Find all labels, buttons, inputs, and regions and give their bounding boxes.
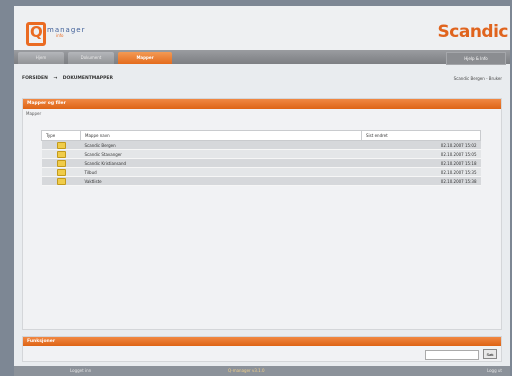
folder-date: 02.10.2007 15:05 bbox=[361, 149, 481, 159]
status-bar: Logget inn Q-manager v3.1.0 Logg ut bbox=[14, 366, 510, 376]
folder-icon bbox=[56, 141, 66, 149]
panel-subtitle: Mapper bbox=[26, 111, 42, 116]
breadcrumb-arrow: → bbox=[53, 76, 58, 81]
table-row[interactable]: Scandic Kristiansand 02.10.2007 15:18 bbox=[41, 158, 481, 168]
column-type[interactable]: Type bbox=[41, 130, 81, 141]
status-login: Logget inn bbox=[70, 368, 92, 373]
status-version: Q-manager v3.1.0 bbox=[228, 368, 265, 373]
folder-name[interactable]: Scandic Bergen bbox=[80, 140, 362, 150]
tab-bar: Hjem Dokument Mapper Hjelp & Info bbox=[14, 50, 510, 65]
panel-title: Mapper og filer bbox=[23, 99, 501, 109]
brand-name: Scandic bbox=[437, 22, 509, 42]
folder-name[interactable]: Vaktliste bbox=[80, 176, 362, 186]
app-window: Q manager info Scandic Hjem Dokument Map… bbox=[14, 6, 510, 376]
table-row[interactable]: Vaktliste 02.10.2007 15:38 bbox=[41, 176, 481, 186]
breadcrumb: FORSIDEN → DOKUMENTMAPPER bbox=[22, 76, 117, 81]
folder-table: Type Mappe navn Sist endret Scandic Berg… bbox=[41, 130, 481, 186]
functions-title: Funksjoner bbox=[23, 337, 501, 346]
user-role: Bruker bbox=[488, 76, 502, 81]
breadcrumb-current: DOKUMENTMAPPER bbox=[62, 76, 113, 81]
logout-link[interactable]: Logg ut bbox=[487, 366, 502, 376]
folder-date: 02.10.2007 15:02 bbox=[361, 140, 481, 150]
table-row[interactable]: Scandic Stavanger 02.10.2007 15:05 bbox=[41, 149, 481, 159]
table-row[interactable]: Tilbud 02.10.2007 15:35 bbox=[41, 167, 481, 177]
folder-icon bbox=[56, 168, 66, 176]
folder-name[interactable]: Scandic Stavanger bbox=[80, 149, 362, 159]
folder-name[interactable]: Scandic Kristiansand bbox=[80, 158, 362, 168]
logo-subtext: info bbox=[56, 33, 64, 38]
breadcrumb-home[interactable]: FORSIDEN bbox=[22, 76, 48, 81]
folder-icon bbox=[56, 150, 66, 158]
folders-panel: Mapper og filer Mapper Type Mappe navn S… bbox=[22, 98, 502, 330]
column-last-modified[interactable]: Sist endret bbox=[361, 130, 481, 141]
tab-documents[interactable]: Dokument bbox=[68, 52, 114, 64]
search-input[interactable] bbox=[425, 350, 479, 360]
logo: Q bbox=[26, 22, 46, 46]
help-info-button[interactable]: Hjelp & Info bbox=[446, 52, 506, 65]
table-row[interactable]: Scandic Bergen 02.10.2007 15:02 bbox=[41, 140, 481, 150]
folder-date: 02.10.2007 15:38 bbox=[361, 176, 481, 186]
user-info: Scandic Bergen - Bruker bbox=[454, 76, 502, 81]
user-separator: - bbox=[486, 76, 488, 81]
folder-name[interactable]: Tilbud bbox=[80, 167, 362, 177]
column-folder-name[interactable]: Mappe navn bbox=[80, 130, 362, 141]
folder-icon bbox=[56, 159, 66, 167]
header: Q manager info Scandic bbox=[14, 6, 510, 50]
tab-home[interactable]: Hjem bbox=[18, 52, 64, 64]
folder-icon bbox=[56, 177, 66, 185]
user-name[interactable]: Scandic Bergen bbox=[454, 76, 485, 81]
tab-folders[interactable]: Mapper bbox=[118, 52, 172, 64]
logo-text: manager bbox=[47, 26, 86, 34]
folder-date: 02.10.2007 15:18 bbox=[361, 158, 481, 168]
folder-date: 02.10.2007 15:35 bbox=[361, 167, 481, 177]
functions-panel: Funksjoner Søk bbox=[22, 336, 502, 362]
logo-letter: Q bbox=[30, 23, 43, 41]
search-button[interactable]: Søk bbox=[483, 349, 497, 359]
